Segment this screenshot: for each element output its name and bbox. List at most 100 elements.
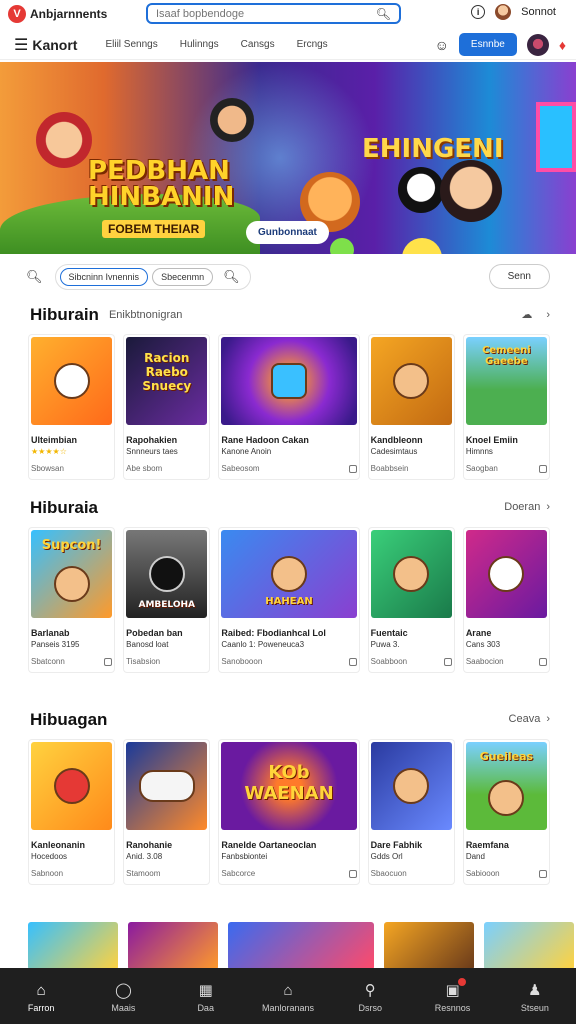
bookmark-icon[interactable] [348,657,357,666]
bookmark-icon[interactable] [443,657,452,666]
game-thumbnail[interactable] [28,922,118,970]
character-art [393,768,430,804]
emoji-icon[interactable]: ☺ [435,37,449,53]
tab-profile[interactable]: ♟ Stseun [500,981,570,1013]
game-title: Ranohanie [126,840,173,850]
cloud-icon[interactable]: ☁ [521,308,532,321]
brand[interactable]: V Anbjarnnents [8,4,146,23]
see-all-link[interactable]: Ceava [509,713,541,725]
game-meta-text: Boabbsein [370,464,409,473]
game-thumbnail: HAHEAN [221,530,357,618]
section-2: Hiburaia Doeran › Supcon! Barlanab Panse… [0,493,576,673]
section-actions: ☁ › [521,308,550,322]
tab-search[interactable]: ⚲ Dsrso [335,981,405,1013]
bookmark-icon[interactable] [348,464,357,473]
game-meta: Sbaocuon [371,869,452,882]
filter-search-icon[interactable]: 🔍︎ [223,269,240,285]
search-icon[interactable]: 🔍︎ [376,7,391,21]
game-thumbnail[interactable] [128,922,218,970]
chevron-right-icon[interactable]: › [546,713,550,725]
game-title: Arane [465,628,492,638]
tab-home[interactable]: ⌂ Farron [6,982,76,1013]
hero-cta-button[interactable]: Gunbonnaat [246,221,329,244]
game-card[interactable]: Rane Hadoon Cakan Kanone Anoin Sabeosom [218,334,360,480]
game-meta: Saogban [466,464,547,477]
top-right-controls: i Sonnot [471,4,556,20]
bookmark-icon[interactable] [538,657,547,666]
see-all-link[interactable]: Doeran [504,501,540,513]
filter-chip-2[interactable]: Sbecenmn [152,268,214,286]
game-thumbnail[interactable] [484,922,574,970]
game-subtitle: Gdds Orl [370,852,403,861]
game-card[interactable]: Arane Cans 303 Saabocion [462,527,550,673]
brand-name: Anbjarnnents [30,6,108,21]
chevron-right-icon[interactable]: › [546,309,550,321]
game-card[interactable]: Gueileas Raemfana Dand Sabiooon [462,739,550,885]
game-meta: Stamoom [126,869,207,882]
tab-chat[interactable]: ◯ Maais [88,981,158,1013]
game-subtitle: Panseis 3195 [31,640,80,649]
search-input[interactable] [156,7,376,20]
bookmark-icon[interactable] [348,869,357,878]
sort-button[interactable]: Senn [488,264,550,289]
nav-link-1[interactable]: Eliil Senngs [105,39,157,50]
tab-grid[interactable]: ▦ Daa [171,981,241,1013]
thumbnail-title: Racion Raebo Snuecy [142,351,192,393]
game-card[interactable]: HAHEAN Raibed: Fbodianhcal Lol Caanlo 1:… [218,527,360,673]
nav-link-3[interactable]: Cansgs [241,39,275,50]
section-1: Hiburain Enikbtnonigran ☁ › Ulteimbian ★… [0,300,576,480]
filter-chip-1[interactable]: Sibcninn Ivnennis [59,268,149,286]
game-card[interactable]: Kanleonanin Hocedoos Sabnoon [28,739,116,885]
game-card[interactable]: Supcon! Barlanab Panseis 3195 Sbatconn [28,527,116,673]
game-rating: ★★★★☆ [31,447,67,456]
game-thumbnail: AMBELOHA [126,530,208,618]
game-card[interactable]: Dare Fabhik Gdds Orl Sbaocuon [367,739,455,885]
bookmark-icon[interactable] [104,657,113,666]
user-name[interactable]: Sonnot [521,6,556,18]
game-title: Rane Hadoon Cakan [221,435,309,445]
game-card[interactable]: Ulteimbian ★★★★☆ Sbowsan [28,334,116,480]
avatar[interactable] [495,4,512,20]
game-card[interactable]: Cemeeni Gaeebe Knoel Emiin Himnns Saogba… [462,334,550,480]
chip-group: Sibcninn Ivnennis Sbecenmn 🔍︎ [54,264,251,290]
menu-icon[interactable]: ☰ [14,35,28,55]
game-subtitle: Snnneurs taes [126,447,178,456]
game-card[interactable]: Racion Raebo Snuecy Rapohakien Snnneurs … [123,334,211,480]
nav-link-2[interactable]: Hulinngs [180,39,219,50]
character-art [488,556,525,592]
search-icon[interactable]: 🔍︎ [26,269,43,285]
profile-avatar[interactable] [526,33,549,56]
tab-notifications[interactable]: ▣ Resnnos [418,978,488,1013]
tab-store[interactable]: ⌂ Manloranans [253,982,323,1013]
notification-bell-icon[interactable]: ♦ [559,37,566,53]
game-card[interactable]: Fuentaic Puwa 3. Soabboon [367,527,455,673]
chevron-right-icon[interactable]: › [546,501,550,513]
primary-button[interactable]: Esnnbe [458,33,517,56]
game-meta: Sabeosom [221,464,357,477]
game-meta: Soabboon [371,657,452,670]
game-thumbnail[interactable] [384,922,474,970]
hero-character-left-2 [210,98,254,142]
game-card[interactable]: KOb WAENAN Ranelde Oartaneoclan Fanbsbio… [218,739,360,885]
game-thumbnail [370,337,452,425]
info-icon[interactable]: i [471,5,486,19]
nav-link-4[interactable]: Ercngs [297,39,328,50]
game-subtitle: Dand [465,852,485,861]
top-bar: V Anbjarnnents 🔍︎ i Sonnot [0,0,576,27]
thumbnail-title: Cemeeni Gaeebe [482,345,531,367]
bookmark-icon[interactable] [538,464,547,473]
game-card[interactable]: AMBELOHA Pobedan ban Banosd loat Tisabsi… [123,527,211,673]
hero-title-left: PEDBHAN HINBANIN [88,158,234,210]
notifications-icon: ▣ [445,978,466,999]
game-thumbnail [126,742,208,830]
game-card[interactable]: Kandbleonn Cadesimtaus Boabbsein [367,334,455,480]
search-bar[interactable]: 🔍︎ [146,3,401,24]
game-meta: Sabiooon [466,869,547,882]
bookmark-icon[interactable] [538,869,547,878]
profile-icon: ♟ [528,982,542,999]
game-thumbnail[interactable] [228,922,374,970]
game-title: Kanleonanin [31,840,86,850]
nav-right-controls: ☺ Esnnbe ♦ [435,33,566,56]
game-thumbnail [370,530,452,618]
game-card[interactable]: Ranohanie Anid. 3.08 Stamoom [123,739,211,885]
